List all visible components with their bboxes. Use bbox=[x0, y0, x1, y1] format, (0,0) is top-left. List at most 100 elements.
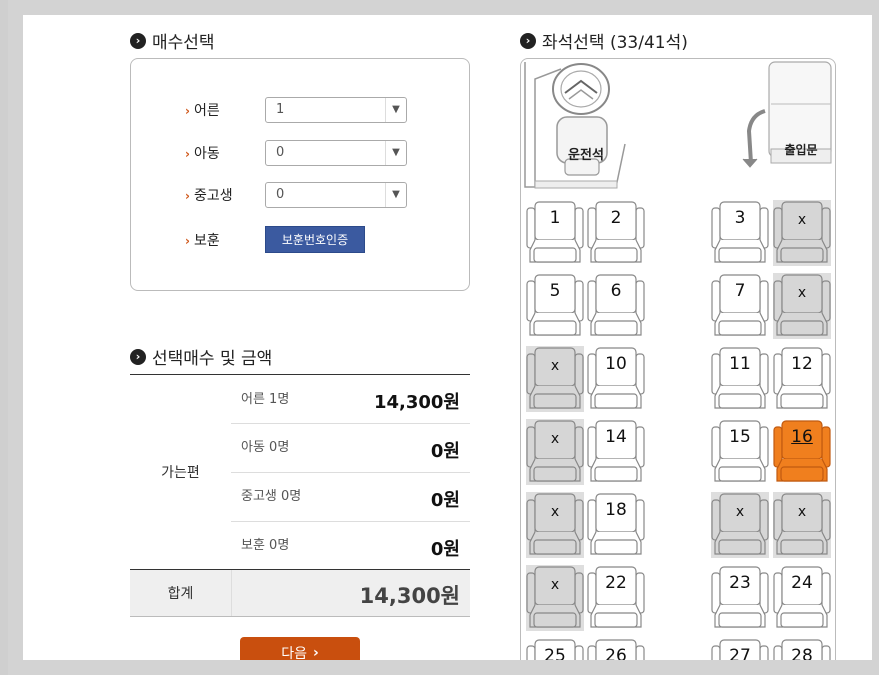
chevron-down-icon: ▼ bbox=[385, 183, 406, 207]
count-row-child: › 아동 0 ▼ bbox=[185, 140, 407, 166]
seat-number: x bbox=[797, 212, 807, 228]
seat-number: 6 bbox=[610, 281, 622, 301]
seat-shape bbox=[526, 419, 584, 485]
seat-number: 28 bbox=[791, 646, 813, 660]
seat-17: x bbox=[526, 492, 584, 558]
arrow-icon: › bbox=[185, 147, 190, 161]
seat-18[interactable]: 18 bbox=[587, 492, 645, 558]
seat-number: x bbox=[797, 504, 807, 520]
arrow-icon: › bbox=[185, 104, 190, 118]
seat-number: x bbox=[550, 358, 560, 374]
entrance-label: 출입문 bbox=[784, 143, 818, 157]
seat-number: 25 bbox=[544, 646, 566, 660]
summary-item: 중고생 0명 0원 bbox=[231, 473, 470, 522]
seat-3[interactable]: 3 bbox=[711, 200, 769, 266]
seat-shape bbox=[526, 565, 584, 631]
seat-14[interactable]: 14 bbox=[587, 419, 645, 485]
seat-shape bbox=[711, 492, 769, 558]
seat-10[interactable]: 10 bbox=[587, 346, 645, 412]
window-frame: › 매수선택 › 어른 1 ▼ › 아동 0 ▼ › 중고생 0 ▼ › 보훈 보훈번호인증 … bbox=[8, 0, 879, 675]
seat-1[interactable]: 1 bbox=[526, 200, 584, 266]
seat-12[interactable]: 12 bbox=[773, 346, 831, 412]
seat-7[interactable]: 7 bbox=[711, 273, 769, 339]
seat-9: x bbox=[526, 346, 584, 412]
seat-shape bbox=[773, 200, 831, 266]
seat-number: x bbox=[550, 504, 560, 520]
seat-number: 27 bbox=[729, 646, 751, 660]
seat-16[interactable]: 16 bbox=[773, 419, 831, 485]
seat-8: x bbox=[773, 273, 831, 339]
child-select[interactable]: 0 ▼ bbox=[265, 140, 407, 166]
seat-number: 15 bbox=[729, 427, 751, 447]
student-select[interactable]: 0 ▼ bbox=[265, 182, 407, 208]
seat-20: x bbox=[773, 492, 831, 558]
chevron-right-icon: › bbox=[312, 644, 319, 661]
chevron-right-icon: › bbox=[520, 32, 536, 49]
seat-26[interactable]: 26 bbox=[587, 638, 645, 660]
summary-section-title: › 선택매수 및 금액 bbox=[130, 344, 272, 369]
seat-2[interactable]: 2 bbox=[587, 200, 645, 266]
seat-number: x bbox=[550, 577, 560, 593]
seat-number: 1 bbox=[549, 208, 561, 228]
seat-number: 11 bbox=[729, 354, 751, 374]
seat-number: 26 bbox=[605, 646, 627, 660]
seat-shape bbox=[526, 492, 584, 558]
seat-number: 3 bbox=[734, 208, 746, 228]
seat-number: x bbox=[550, 431, 560, 447]
seat-section-title-text: 좌석선택 (33/41석) bbox=[542, 33, 688, 53]
reservation-panel: › 매수선택 › 어른 1 ▼ › 아동 0 ▼ › 중고생 0 ▼ › 보훈 보훈번호인증 … bbox=[23, 15, 872, 660]
arrow-icon: › bbox=[185, 233, 190, 248]
seat-number: 2 bbox=[610, 208, 622, 228]
seat-number: 22 bbox=[605, 573, 627, 593]
total-label: 합계 bbox=[130, 570, 231, 616]
summary-item: 아동 0명 0원 bbox=[231, 424, 470, 473]
seat-section-title: › 좌석선택 (33/41석) bbox=[520, 28, 688, 53]
seat-number: 14 bbox=[605, 427, 627, 447]
total-amount-cell: 14,300원 bbox=[231, 570, 470, 616]
summary-item: 어른 1명 14,300원 bbox=[231, 375, 470, 424]
seat-6[interactable]: 6 bbox=[587, 273, 645, 339]
seat-number: 12 bbox=[791, 354, 813, 374]
seat-5[interactable]: 5 bbox=[526, 273, 584, 339]
adult-select[interactable]: 1 ▼ bbox=[265, 97, 407, 123]
seat-19: x bbox=[711, 492, 769, 558]
seat-11[interactable]: 11 bbox=[711, 346, 769, 412]
child-label: 아동 bbox=[193, 146, 220, 162]
seat-number: 7 bbox=[734, 281, 746, 301]
seat-22[interactable]: 22 bbox=[587, 565, 645, 631]
summary-item: 보훈 0명 0원 bbox=[241, 538, 460, 560]
count-row-adult: › 어른 1 ▼ bbox=[185, 97, 407, 123]
seat-13: x bbox=[526, 419, 584, 485]
bus-seat-map: 운전석 출입문 1 2 3 x 5 6 7 x x 10 11 12 x 14 15 16 x 18 x x x 22 23… bbox=[520, 58, 836, 660]
count-box: › 어른 1 ▼ › 아동 0 ▼ › 중고생 0 ▼ › 보훈 보훈번호인증 bbox=[130, 58, 470, 291]
student-label: 중고생 bbox=[193, 188, 233, 204]
seat-28[interactable]: 28 bbox=[773, 638, 831, 660]
count-section-title-text: 매수선택 bbox=[152, 33, 215, 53]
chevron-down-icon: ▼ bbox=[385, 141, 406, 165]
veteran-auth-button[interactable]: 보훈번호인증 bbox=[265, 226, 365, 253]
seat-25[interactable]: 25 bbox=[526, 638, 584, 660]
count-row-student: › 중고생 0 ▼ bbox=[185, 182, 407, 208]
arrow-icon: › bbox=[185, 189, 190, 203]
seat-number: 23 bbox=[729, 573, 751, 593]
seat-24[interactable]: 24 bbox=[773, 565, 831, 631]
seat-15[interactable]: 15 bbox=[711, 419, 769, 485]
seat-21: x bbox=[526, 565, 584, 631]
seat-number: 10 bbox=[605, 354, 627, 374]
seat-23[interactable]: 23 bbox=[711, 565, 769, 631]
next-button[interactable]: 다음 › bbox=[240, 637, 360, 660]
adult-label: 어른 bbox=[193, 103, 220, 119]
direction-label: 가는편 bbox=[161, 465, 200, 481]
seat-number: x bbox=[735, 504, 745, 520]
driver-area bbox=[524, 61, 832, 189]
count-row-veteran: › 보훈 보훈번호인증 bbox=[185, 226, 365, 253]
count-section-title: › 매수선택 bbox=[130, 28, 215, 53]
seat-shape bbox=[773, 273, 831, 339]
chevron-down-icon: ▼ bbox=[385, 98, 406, 122]
seat-shape bbox=[526, 346, 584, 412]
driver-label: 운전석 bbox=[568, 148, 604, 163]
total-amount: 14,300원 bbox=[359, 584, 460, 608]
seat-number: 16 bbox=[791, 427, 813, 447]
summary-items: 어른 1명 14,300원 아동 0명 0원 중고생 0명 0원 보훈 0명 0… bbox=[231, 375, 470, 569]
seat-27[interactable]: 27 bbox=[711, 638, 769, 660]
